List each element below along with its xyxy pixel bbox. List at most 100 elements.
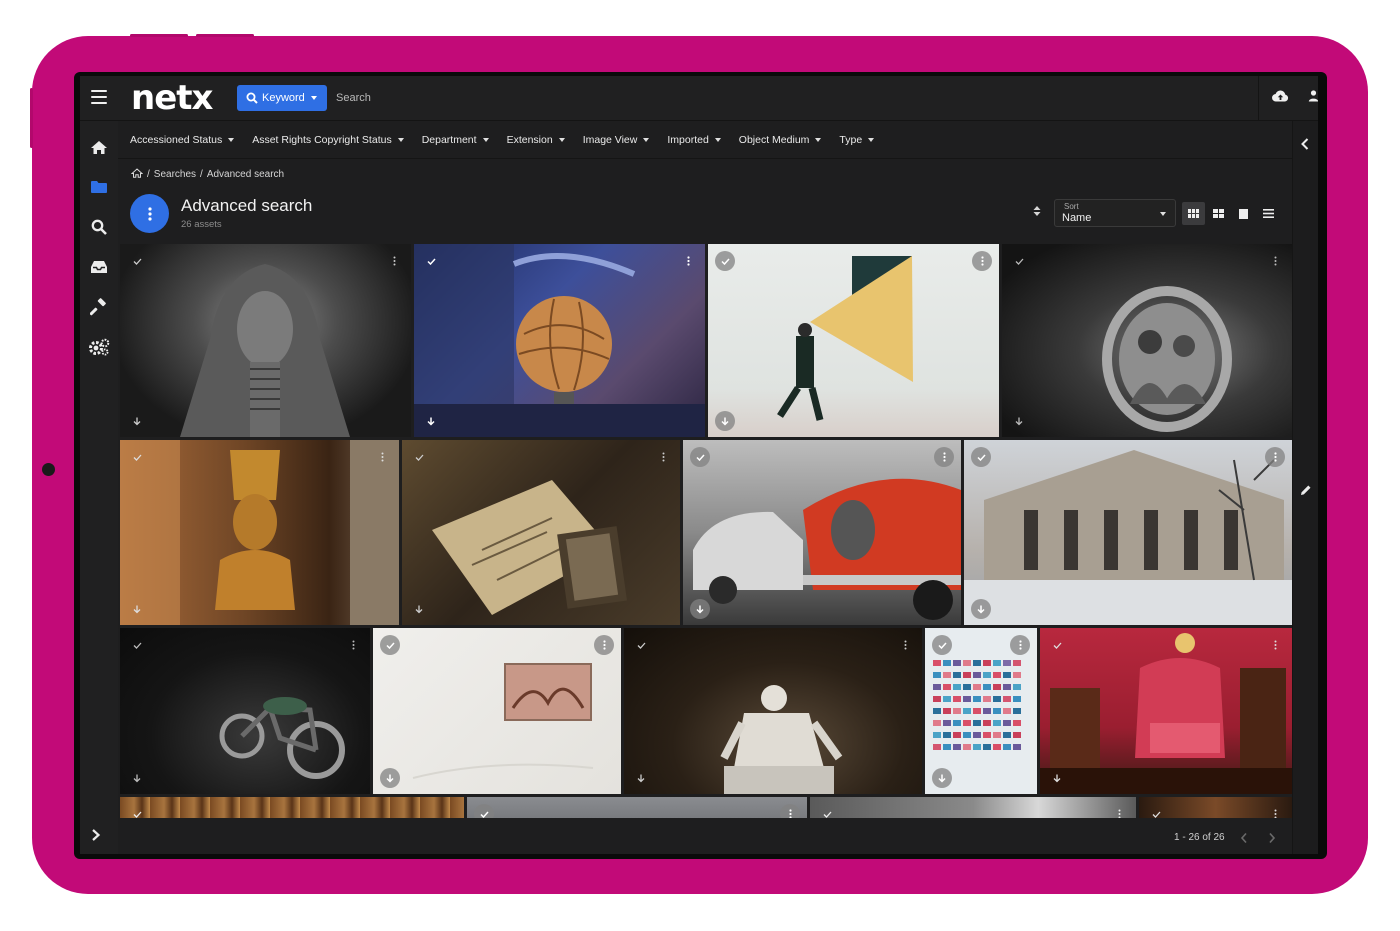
- filter-imported[interactable]: Imported: [667, 134, 721, 146]
- select-checkbox[interactable]: [127, 251, 147, 271]
- download-icon[interactable]: [1009, 411, 1029, 431]
- asset-tile[interactable]: [624, 628, 922, 794]
- asset-tile[interactable]: [708, 244, 999, 437]
- more-vertical-icon[interactable]: [1010, 635, 1030, 655]
- asset-tile[interactable]: [925, 628, 1037, 794]
- logo[interactable]: netx: [131, 78, 213, 118]
- download-icon[interactable]: [127, 768, 147, 788]
- asset-tile[interactable]: [467, 797, 807, 818]
- select-checkbox[interactable]: [127, 447, 147, 467]
- download-icon[interactable]: [127, 411, 147, 431]
- chevron-left-icon[interactable]: [1301, 137, 1309, 155]
- select-checkbox[interactable]: [474, 804, 494, 818]
- keyword-search-mode-button[interactable]: Keyword: [237, 85, 327, 111]
- filter-asset-rights-copyright-status[interactable]: Asset Rights Copyright Status: [252, 134, 404, 146]
- download-icon[interactable]: [127, 599, 147, 619]
- select-checkbox[interactable]: [631, 635, 651, 655]
- inbox-icon[interactable]: [88, 256, 110, 278]
- filter-object-medium[interactable]: Object Medium: [739, 134, 822, 146]
- download-icon[interactable]: [1047, 768, 1067, 788]
- more-vertical-icon[interactable]: [594, 635, 614, 655]
- actions-menu-button[interactable]: [130, 194, 169, 233]
- download-icon[interactable]: [631, 768, 651, 788]
- sort-select[interactable]: Sort Name: [1054, 199, 1176, 227]
- asset-tile[interactable]: [1002, 244, 1292, 437]
- more-vertical-icon[interactable]: [384, 251, 404, 271]
- download-icon[interactable]: [421, 411, 441, 431]
- chevron-left-icon[interactable]: [1240, 831, 1248, 849]
- asset-tile[interactable]: [810, 797, 1136, 818]
- upload-cloud-icon[interactable]: [1272, 89, 1289, 108]
- filter-department[interactable]: Department: [422, 134, 489, 146]
- asset-tile[interactable]: [683, 440, 961, 625]
- menu-icon[interactable]: [91, 90, 107, 104]
- download-icon[interactable]: [690, 599, 710, 619]
- select-checkbox[interactable]: [1009, 251, 1029, 271]
- more-vertical-icon[interactable]: [653, 447, 673, 467]
- search-icon[interactable]: [88, 216, 110, 238]
- download-icon[interactable]: [971, 599, 991, 619]
- asset-tile[interactable]: [1139, 797, 1292, 818]
- more-vertical-icon[interactable]: [1265, 804, 1285, 818]
- select-checkbox[interactable]: [690, 447, 710, 467]
- breadcrumb-searches[interactable]: Searches: [154, 169, 196, 180]
- download-icon[interactable]: [932, 768, 952, 788]
- select-checkbox[interactable]: [932, 635, 952, 655]
- filter-type[interactable]: Type: [839, 134, 875, 146]
- select-checkbox[interactable]: [409, 447, 429, 467]
- download-icon[interactable]: [380, 768, 400, 788]
- select-checkbox[interactable]: [421, 251, 441, 271]
- chevron-right-icon[interactable]: [1268, 831, 1276, 849]
- user-icon[interactable]: [1308, 89, 1318, 108]
- asset-tile[interactable]: [373, 628, 621, 794]
- more-vertical-icon[interactable]: [1265, 251, 1285, 271]
- home-icon[interactable]: [130, 168, 144, 181]
- sort-direction-icon[interactable]: [1033, 204, 1041, 222]
- filter-label: Image View: [582, 133, 638, 146]
- select-checkbox[interactable]: [1047, 635, 1067, 655]
- asset-tile[interactable]: [120, 244, 411, 437]
- settings-cogs-icon[interactable]: [88, 336, 110, 358]
- asset-tile[interactable]: [964, 440, 1292, 625]
- select-checkbox[interactable]: [715, 251, 735, 271]
- more-vertical-icon[interactable]: [1265, 447, 1285, 467]
- home-icon[interactable]: [88, 136, 110, 158]
- more-vertical-icon[interactable]: [372, 447, 392, 467]
- asset-tile[interactable]: [402, 440, 680, 625]
- mosaic-view-button[interactable]: [1207, 202, 1230, 225]
- asset-tile[interactable]: [120, 628, 370, 794]
- download-icon[interactable]: [715, 411, 735, 431]
- download-icon[interactable]: [409, 599, 429, 619]
- more-vertical-icon[interactable]: [895, 635, 915, 655]
- filter-extension[interactable]: Extension: [507, 134, 565, 146]
- search-input[interactable]: [332, 85, 632, 111]
- more-vertical-icon[interactable]: [780, 804, 800, 818]
- select-checkbox[interactable]: [1146, 804, 1166, 818]
- asset-tile[interactable]: [120, 797, 464, 818]
- select-checkbox[interactable]: [971, 447, 991, 467]
- list-view-button[interactable]: [1257, 202, 1280, 225]
- more-vertical-icon[interactable]: [972, 251, 992, 271]
- select-checkbox[interactable]: [380, 635, 400, 655]
- filter-image-view[interactable]: Image View: [583, 134, 650, 146]
- asset-thumbnail: [180, 264, 350, 437]
- more-vertical-icon[interactable]: [1265, 635, 1285, 655]
- asset-tile[interactable]: [120, 440, 399, 625]
- select-checkbox[interactable]: [127, 804, 147, 818]
- select-checkbox[interactable]: [127, 635, 147, 655]
- hammer-icon[interactable]: [88, 296, 110, 318]
- asset-tile[interactable]: [1040, 628, 1292, 794]
- chevron-right-icon[interactable]: [91, 828, 101, 846]
- single-view-button[interactable]: [1232, 202, 1255, 225]
- asset-tile[interactable]: [414, 244, 705, 437]
- more-vertical-icon[interactable]: [678, 251, 698, 271]
- asset-thumbnail: [432, 480, 627, 615]
- select-checkbox[interactable]: [817, 804, 837, 818]
- pencil-icon[interactable]: [1300, 483, 1312, 501]
- more-vertical-icon[interactable]: [1109, 804, 1129, 818]
- filter-accessioned-status[interactable]: Accessioned Status: [130, 134, 235, 146]
- more-vertical-icon[interactable]: [343, 635, 363, 655]
- folder-icon[interactable]: [88, 176, 110, 198]
- grid-view-button[interactable]: [1182, 202, 1205, 225]
- more-vertical-icon[interactable]: [934, 447, 954, 467]
